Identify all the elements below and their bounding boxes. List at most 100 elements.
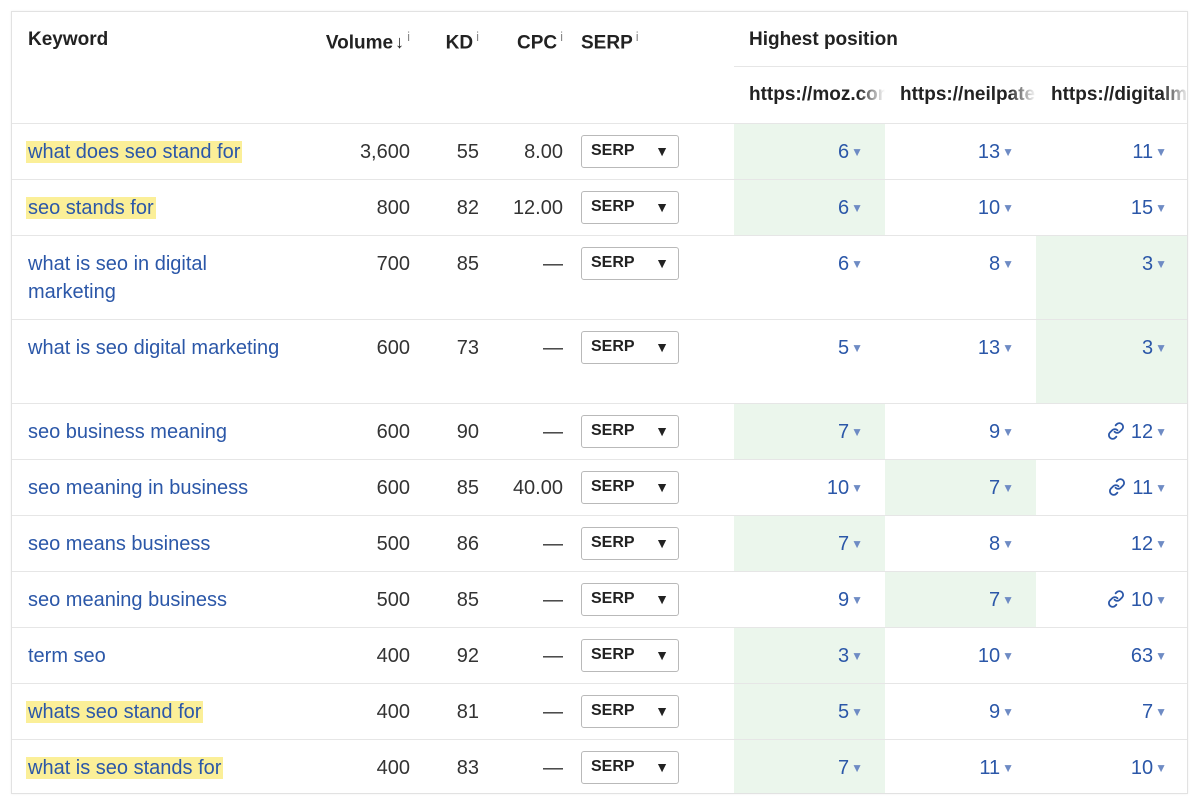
keyword-link[interactable]: seo means business <box>28 533 210 555</box>
position-cell[interactable]: 15 ▼ <box>1036 179 1187 235</box>
caret-down-icon: ▼ <box>851 704 863 719</box>
keyword-column-header[interactable]: Keyword <box>12 12 306 123</box>
position-cell[interactable]: 9 ▼ <box>734 571 885 627</box>
serp-cell: SERP ▼ <box>571 627 734 683</box>
position-cell[interactable]: 12 ▼ <box>1036 515 1187 571</box>
position-cell[interactable]: 9 ▼ <box>885 683 1036 739</box>
serp-dropdown-button[interactable]: SERP ▼ <box>581 190 679 224</box>
position-value: 10 <box>977 196 1001 219</box>
position-cell[interactable]: 11 ▼ <box>1036 123 1187 179</box>
caret-down-icon: ▼ <box>1002 480 1014 495</box>
position-value: 7 <box>988 476 1001 499</box>
position-value: 7 <box>837 420 850 443</box>
position-cell[interactable]: 6 ▼ <box>734 179 885 235</box>
serp-button-label: SERP <box>591 142 635 159</box>
position-cell[interactable]: 3 ▼ <box>734 627 885 683</box>
position-value: 9 <box>988 700 1001 723</box>
cpc-column-header[interactable]: CPC i <box>487 12 571 123</box>
serp-dropdown-button[interactable]: SERP ▼ <box>581 330 679 364</box>
position-cell[interactable]: 6 ▼ <box>734 123 885 179</box>
keyword-link[interactable]: what is seo digital marketing <box>28 337 279 359</box>
position-cell[interactable]: 7 ▼ <box>734 739 885 793</box>
info-icon[interactable]: i <box>476 29 479 44</box>
caret-down-icon: ▼ <box>1002 340 1014 355</box>
position-cell[interactable]: 11 ▼ <box>885 739 1036 793</box>
position-cell[interactable]: 12 ▼ <box>1036 403 1187 459</box>
keyword-cell: seo means business <box>12 515 306 571</box>
position-value: 7 <box>837 756 850 779</box>
position-value: 7 <box>988 588 1001 611</box>
kd-cell: 73 <box>456 336 479 359</box>
serp-dropdown-button[interactable]: SERP ▼ <box>581 246 679 280</box>
info-icon[interactable]: i <box>560 29 563 44</box>
sort-down-icon: ↓ <box>395 32 405 53</box>
position-cell[interactable]: 7 ▼ <box>734 403 885 459</box>
link-icon[interactable] <box>1107 589 1125 608</box>
serp-dropdown-button[interactable]: SERP ▼ <box>581 414 679 448</box>
position-cell[interactable]: 7 ▼ <box>734 515 885 571</box>
position-cell[interactable]: 8 ▼ <box>885 235 1036 319</box>
serp-dropdown-button[interactable]: SERP ▼ <box>581 526 679 560</box>
position-cell[interactable]: 5 ▼ <box>734 319 885 403</box>
position-cell[interactable]: 13 ▼ <box>885 319 1036 403</box>
link-icon[interactable] <box>1108 477 1126 496</box>
position-cell[interactable]: 3 ▼ <box>1036 319 1187 403</box>
position-cell[interactable]: 10 ▼ <box>885 627 1036 683</box>
keyword-cell: seo meaning in business <box>12 459 306 515</box>
position-value: 7 <box>1141 700 1154 723</box>
url-column-header-moz[interactable]: https://moz.com <box>734 65 885 123</box>
position-cell[interactable]: 6 ▼ <box>734 235 885 319</box>
keyword-cell: what is seo stands for <box>12 739 306 793</box>
keyword-link[interactable]: what is seo stands for <box>26 756 224 779</box>
serp-dropdown-button[interactable]: SERP ▼ <box>581 694 679 728</box>
keyword-link[interactable]: term seo <box>28 645 106 667</box>
cpc-cell: — <box>543 420 563 443</box>
caret-down-icon: ▼ <box>1002 760 1014 775</box>
url-column-header-neilpatel[interactable]: https://neilpatel.com <box>885 65 1036 123</box>
keyword-link[interactable]: what is seo in digital marketing <box>28 253 207 303</box>
keyword-link[interactable]: whats seo stand for <box>26 700 204 723</box>
kd-cell: 90 <box>456 420 479 443</box>
position-cell[interactable]: 3 ▼ <box>1036 235 1187 319</box>
position-cell[interactable]: 10 ▼ <box>1036 571 1187 627</box>
position-value: 3 <box>837 644 850 667</box>
keyword-link[interactable]: seo meaning in business <box>28 477 248 499</box>
caret-down-icon: ▼ <box>1155 340 1167 355</box>
volume-column-header[interactable]: Volume ↓ i <box>306 12 418 123</box>
position-cell[interactable]: 10 ▼ <box>885 179 1036 235</box>
position-cell[interactable]: 11 ▼ <box>1036 459 1187 515</box>
position-cell[interactable]: 10 ▼ <box>1036 739 1187 793</box>
info-icon[interactable]: i <box>636 29 639 44</box>
kd-column-header[interactable]: KD i <box>418 12 487 123</box>
position-cell[interactable]: 63 ▼ <box>1036 627 1187 683</box>
cpc-header-label: CPC <box>516 32 558 54</box>
position-cell[interactable]: 5 ▼ <box>734 683 885 739</box>
link-icon[interactable] <box>1107 421 1125 440</box>
position-cell[interactable]: 13 ▼ <box>885 123 1036 179</box>
keyword-link[interactable]: seo business meaning <box>28 421 227 443</box>
keyword-cell: what is seo digital marketing <box>12 319 306 403</box>
position-cell[interactable]: 7 ▼ <box>1036 683 1187 739</box>
volume-cell: 600 <box>376 476 410 499</box>
keyword-link[interactable]: seo meaning business <box>28 589 227 611</box>
position-cell[interactable]: 9 ▼ <box>885 403 1036 459</box>
position-cell[interactable]: 7 ▼ <box>885 571 1036 627</box>
serp-dropdown-button[interactable]: SERP ▼ <box>581 750 679 784</box>
position-cell[interactable]: 7 ▼ <box>885 459 1036 515</box>
keyword-link[interactable]: seo stands for <box>26 196 156 219</box>
position-cell[interactable]: 10 ▼ <box>734 459 885 515</box>
keyword-cell: whats seo stand for <box>12 683 306 739</box>
serp-dropdown-button[interactable]: SERP ▼ <box>581 470 679 504</box>
table-row: seo meaning business 500 85— SERP ▼ 9 ▼ 7 ▼ 10 ▼ <box>12 571 1187 627</box>
serp-dropdown-button[interactable]: SERP ▼ <box>581 638 679 672</box>
serp-dropdown-button[interactable]: SERP ▼ <box>581 582 679 616</box>
keyword-link[interactable]: what does seo stand for <box>26 140 243 163</box>
caret-down-icon: ▼ <box>851 648 863 663</box>
caret-down-icon: ▼ <box>655 143 669 159</box>
info-icon[interactable]: i <box>407 29 410 44</box>
caret-down-icon: ▼ <box>1155 424 1167 439</box>
position-cell[interactable]: 8 ▼ <box>885 515 1036 571</box>
serp-dropdown-button[interactable]: SERP ▼ <box>581 134 679 168</box>
url-column-header-digital[interactable]: https://digitalmarketing <box>1036 65 1187 123</box>
caret-down-icon: ▼ <box>1002 536 1014 551</box>
